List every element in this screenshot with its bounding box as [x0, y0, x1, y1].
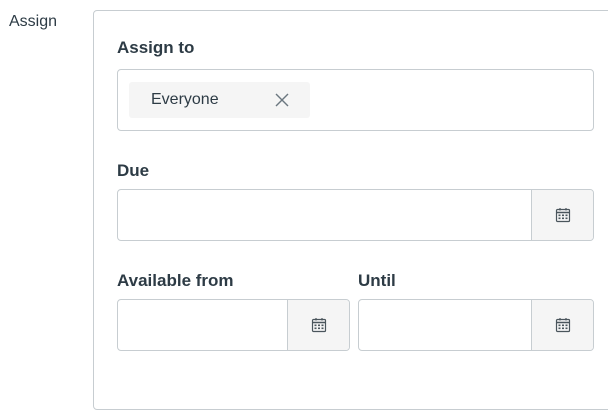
until-date-group	[358, 299, 594, 351]
until-calendar-button[interactable]	[531, 300, 593, 350]
assignee-token-everyone: Everyone	[129, 82, 310, 118]
calendar-icon	[311, 318, 326, 333]
available-from-date-group	[117, 299, 350, 351]
assign-to-input[interactable]: Everyone	[117, 69, 594, 131]
available-from-input[interactable]	[118, 300, 289, 350]
token-label: Everyone	[151, 91, 219, 108]
assign-card: Assign to Everyone Due Available from Un…	[93, 10, 608, 410]
assign-to-label: Assign to	[117, 38, 195, 57]
available-from-label: Available from	[117, 271, 234, 290]
due-date-input[interactable]	[118, 190, 533, 240]
calendar-icon	[555, 208, 570, 223]
due-label: Due	[117, 161, 150, 180]
due-calendar-button[interactable]	[531, 190, 593, 240]
available-from-calendar-button[interactable]	[287, 300, 349, 350]
until-label: Until	[358, 271, 396, 290]
calendar-icon	[555, 318, 570, 333]
until-input[interactable]	[359, 300, 533, 350]
due-date-group	[117, 189, 594, 241]
close-icon[interactable]	[274, 92, 290, 108]
assign-row-label: Assign	[9, 13, 58, 30]
